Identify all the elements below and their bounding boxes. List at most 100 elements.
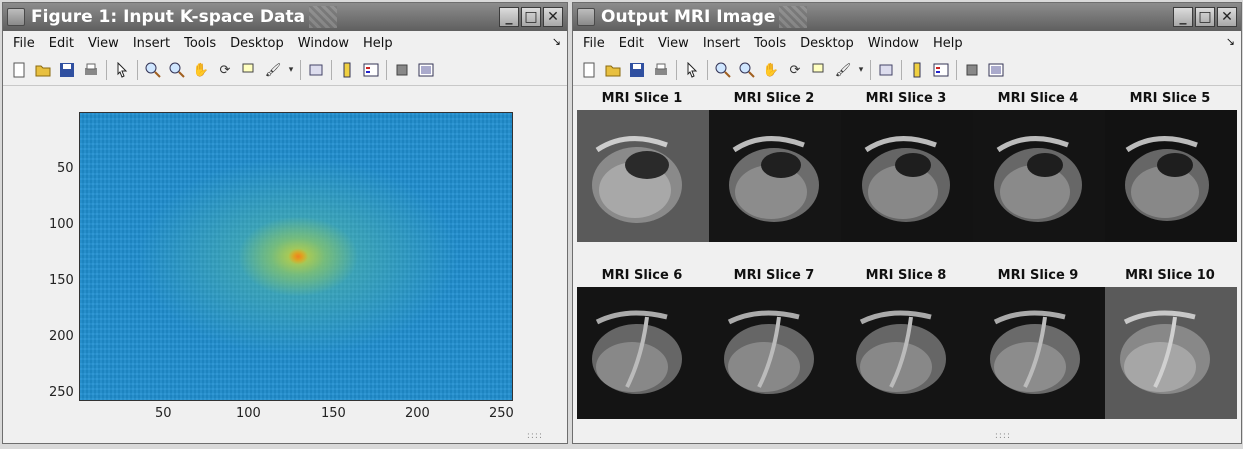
menu-help[interactable]: Help <box>926 36 970 51</box>
legend-icon[interactable] <box>931 60 951 80</box>
plot-area: 50 100 150 200 250 50 100 150 200 250 <box>3 88 567 443</box>
slice-title: MRI Slice 2 <box>733 91 815 106</box>
slice-grid: MRI Slice 1 MRI Slice 2 MRI Slice 3 MRI … <box>573 88 1241 443</box>
figure-toolbar: ✋ ⟳ 🖌 ▾ <box>3 55 567 86</box>
slice-title: MRI Slice 1 <box>601 91 683 106</box>
minimize-button[interactable]: _ <box>1173 7 1193 27</box>
window-menu-icon[interactable] <box>577 8 595 26</box>
slice-title: MRI Slice 7 <box>733 268 815 283</box>
slice-title: MRI Slice 6 <box>601 268 683 283</box>
zoom-out-icon[interactable] <box>167 60 187 80</box>
close-button[interactable]: ✕ <box>543 7 563 27</box>
mri-slice-image[interactable] <box>841 287 973 419</box>
link-icon[interactable] <box>306 60 326 80</box>
ytick-label: 150 <box>49 273 74 288</box>
resize-grip[interactable]: :::: <box>995 431 1011 441</box>
print-icon[interactable] <box>651 60 671 80</box>
colorbar-icon[interactable] <box>337 60 357 80</box>
ytick-label: 100 <box>49 217 74 232</box>
brush-dropdown-icon[interactable]: ▾ <box>287 60 295 80</box>
maximize-button[interactable]: □ <box>521 7 541 27</box>
mri-slice-image[interactable] <box>1105 110 1237 242</box>
window-title: Output MRI Image <box>601 7 776 27</box>
slice-title: MRI Slice 5 <box>1129 91 1211 106</box>
zoom-in-icon[interactable] <box>713 60 733 80</box>
mri-slice-image[interactable] <box>841 110 973 242</box>
new-file-icon[interactable] <box>9 60 29 80</box>
slice-title: MRI Slice 4 <box>997 91 1079 106</box>
pointer-icon[interactable] <box>682 60 702 80</box>
brush-icon[interactable]: 🖌 <box>263 60 283 80</box>
title-bar[interactable]: Output MRI Image _ □ ✕ <box>573 3 1241 31</box>
menu-file[interactable]: File <box>3 36 42 51</box>
menu-view[interactable]: View <box>81 36 126 51</box>
menu-view[interactable]: View <box>651 36 696 51</box>
mri-slice-image[interactable] <box>1105 287 1237 419</box>
hide-plot-tools-icon[interactable] <box>962 60 982 80</box>
brush-dropdown-icon[interactable]: ▾ <box>857 60 865 80</box>
open-folder-icon[interactable] <box>603 60 623 80</box>
slice-title: MRI Slice 9 <box>997 268 1079 283</box>
colorbar-icon[interactable] <box>907 60 927 80</box>
menu-file[interactable]: File <box>573 36 612 51</box>
brush-icon[interactable]: 🖌 <box>833 60 853 80</box>
menu-edit[interactable]: Edit <box>612 36 651 51</box>
open-folder-icon[interactable] <box>33 60 53 80</box>
title-bar[interactable]: Figure 1: Input K-space Data _ □ ✕ <box>3 3 567 31</box>
mri-slice-image[interactable] <box>709 287 841 419</box>
resize-grip[interactable]: :::: <box>527 431 543 441</box>
menu-overflow-icon[interactable]: ↘ <box>552 35 561 48</box>
close-button[interactable]: ✕ <box>1217 7 1237 27</box>
mri-output-window: Output MRI Image _ □ ✕ File Edit View In… <box>572 2 1242 444</box>
mri-slice-image[interactable] <box>973 110 1105 242</box>
menu-insert[interactable]: Insert <box>696 36 747 51</box>
zoom-in-icon[interactable] <box>143 60 163 80</box>
mri-slice-image[interactable] <box>577 287 709 419</box>
title-decoration <box>309 6 338 28</box>
maximize-button[interactable]: □ <box>1195 7 1215 27</box>
menu-edit[interactable]: Edit <box>42 36 81 51</box>
pan-hand-icon[interactable]: ✋ <box>761 60 781 80</box>
mri-slice-image[interactable] <box>709 110 841 242</box>
menu-desktop[interactable]: Desktop <box>223 36 291 51</box>
zoom-out-icon[interactable] <box>737 60 757 80</box>
link-icon[interactable] <box>876 60 896 80</box>
window-menu-icon[interactable] <box>7 8 25 26</box>
hide-plot-tools-icon[interactable] <box>392 60 412 80</box>
slice-title: MRI Slice 3 <box>865 91 947 106</box>
figure-toolbar: ✋ ⟳ 🖌 ▾ <box>573 55 1241 86</box>
new-file-icon[interactable] <box>579 60 599 80</box>
xtick-label: 50 <box>155 406 172 421</box>
menu-window[interactable]: Window <box>291 36 356 51</box>
pan-hand-icon[interactable]: ✋ <box>191 60 211 80</box>
ytick-label: 200 <box>49 329 74 344</box>
mri-slice-image[interactable] <box>973 287 1105 419</box>
legend-icon[interactable] <box>361 60 381 80</box>
show-plot-tools-icon[interactable] <box>986 60 1006 80</box>
rotate-icon[interactable]: ⟳ <box>785 60 805 80</box>
kspace-image[interactable] <box>79 112 513 401</box>
data-cursor-icon[interactable] <box>809 60 829 80</box>
minimize-button[interactable]: _ <box>499 7 519 27</box>
save-icon[interactable] <box>57 60 77 80</box>
title-decoration <box>779 6 808 28</box>
pointer-icon[interactable] <box>112 60 132 80</box>
menu-bar: File Edit View Insert Tools Desktop Wind… <box>3 31 567 55</box>
mri-slice-image[interactable] <box>577 110 709 242</box>
menu-insert[interactable]: Insert <box>126 36 177 51</box>
save-icon[interactable] <box>627 60 647 80</box>
menu-overflow-icon[interactable]: ↘ <box>1226 35 1235 48</box>
menu-tools[interactable]: Tools <box>747 36 793 51</box>
xtick-label: 150 <box>321 406 346 421</box>
menu-help[interactable]: Help <box>356 36 400 51</box>
xtick-label: 100 <box>236 406 261 421</box>
menu-tools[interactable]: Tools <box>177 36 223 51</box>
ytick-label: 250 <box>49 385 74 400</box>
menu-window[interactable]: Window <box>861 36 926 51</box>
rotate-icon[interactable]: ⟳ <box>215 60 235 80</box>
data-cursor-icon[interactable] <box>239 60 259 80</box>
menu-desktop[interactable]: Desktop <box>793 36 861 51</box>
print-icon[interactable] <box>81 60 101 80</box>
show-plot-tools-icon[interactable] <box>416 60 436 80</box>
xtick-label: 200 <box>405 406 430 421</box>
